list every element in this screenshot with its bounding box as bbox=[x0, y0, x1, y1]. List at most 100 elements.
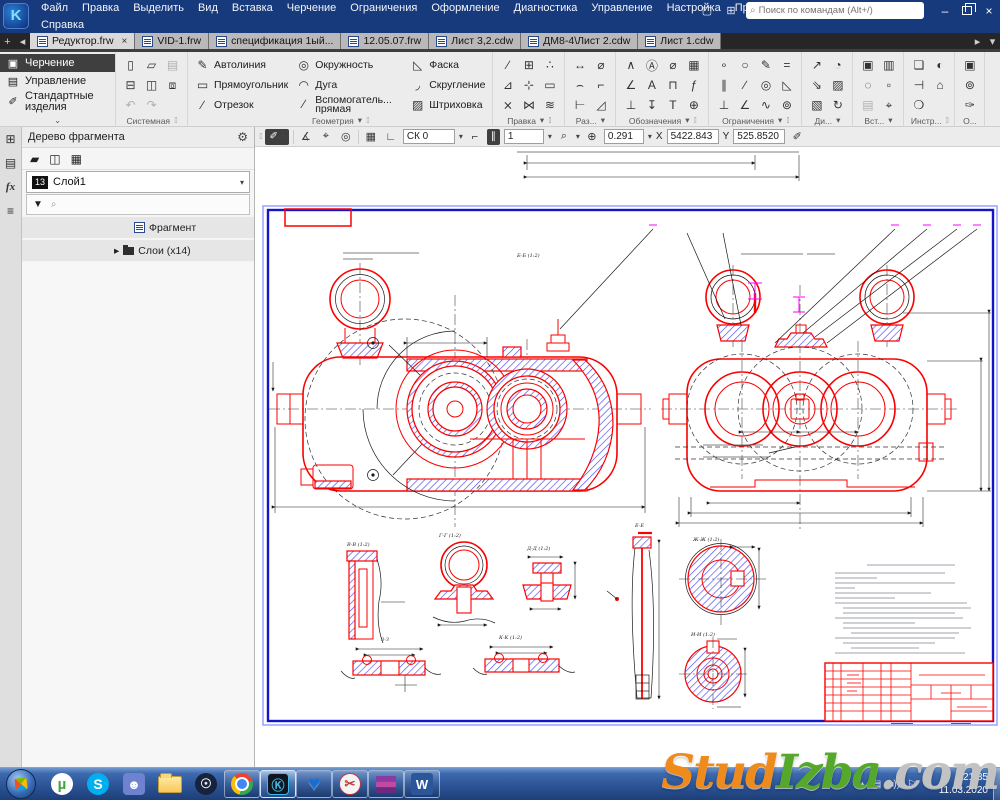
tool-icon[interactable]: ⌂ bbox=[929, 75, 950, 95]
group-handle[interactable]: ⁞⁞ bbox=[786, 116, 788, 125]
tool-rectangle[interactable]: ▭Прямоугольник bbox=[192, 75, 291, 95]
tool-icon[interactable]: ◌ bbox=[857, 75, 878, 95]
zoom-area-icon[interactable]: ⊕ bbox=[584, 130, 600, 143]
chevron-down-icon[interactable]: ▾ bbox=[548, 132, 552, 141]
tool-icon[interactable]: ⊿ bbox=[497, 75, 518, 95]
tool-icon[interactable]: ✎ bbox=[755, 55, 776, 75]
tool-icon[interactable]: ∘ bbox=[713, 55, 734, 75]
tool-icon[interactable]: ❍ bbox=[908, 95, 929, 115]
tray-expand-icon[interactable]: ▴ bbox=[860, 779, 865, 790]
tool-icon[interactable]: А bbox=[641, 75, 662, 95]
tool-icon[interactable]: ⊞ bbox=[518, 55, 539, 75]
tool-icon[interactable]: ↗ bbox=[806, 55, 827, 75]
snap-point-icon[interactable]: ⌖ bbox=[318, 130, 334, 143]
objects-tool-icon[interactable]: ◫ bbox=[49, 152, 60, 166]
tab-reduktor[interactable]: Редуктор.frw × bbox=[30, 33, 135, 49]
tool-icon[interactable]: ▭ bbox=[539, 75, 560, 95]
tool-icon[interactable]: ⌖ bbox=[878, 95, 899, 115]
group-expand-icon[interactable]: ▾ bbox=[540, 115, 544, 126]
tree-panel-icon[interactable]: ⊞ bbox=[3, 131, 19, 147]
drawing-canvas[interactable]: Б-Б (1:2) bbox=[255, 147, 1000, 767]
tool-icon[interactable]: ▣ bbox=[857, 55, 878, 75]
group-expand-icon[interactable]: ▾ bbox=[836, 115, 840, 126]
tool-icon[interactable]: ⇘ bbox=[806, 75, 827, 95]
taskbar-steam-icon[interactable]: ☉ bbox=[188, 770, 224, 798]
switcher-collapse-icon[interactable]: ⌄ bbox=[54, 115, 61, 126]
pen-mode-button[interactable]: ✐▾ bbox=[265, 129, 288, 145]
tab-close-icon[interactable]: × bbox=[122, 36, 128, 47]
bar-handle[interactable]: ⁞⁞ bbox=[259, 132, 261, 141]
tab-dm84-list2[interactable]: ДМ8-4\Лист 2.cdw bbox=[521, 33, 638, 49]
command-search[interactable]: ⌕ bbox=[746, 2, 924, 19]
minimize-button[interactable]: – bbox=[938, 4, 952, 18]
tabs-menu-button[interactable]: ▾ bbox=[985, 33, 1000, 49]
group-expand-icon[interactable]: ▾ bbox=[358, 115, 362, 126]
tool-icon[interactable]: ⊥ bbox=[713, 95, 734, 115]
tool-icon[interactable]: ▥ bbox=[878, 55, 899, 75]
tabs-scroll-left[interactable]: ◂ bbox=[15, 33, 30, 49]
new-tab-button[interactable]: + bbox=[0, 33, 15, 49]
tool-icon[interactable]: ⊥ bbox=[620, 95, 641, 115]
group-expand-icon[interactable]: ▾ bbox=[778, 115, 782, 126]
restore-button[interactable] bbox=[962, 6, 972, 15]
variables-panel-icon[interactable]: fx bbox=[3, 179, 19, 195]
menu-insert[interactable]: Вставка bbox=[225, 2, 280, 14]
taskbar-explorer-icon[interactable] bbox=[152, 770, 188, 798]
x-coordinate-field[interactable]: 5422.843 bbox=[667, 129, 719, 144]
tool-icon[interactable]: ▨ bbox=[827, 75, 848, 95]
group-handle[interactable]: ⁞⁞ bbox=[946, 116, 948, 125]
layout-toggle-icon[interactable]: ▢ bbox=[698, 4, 716, 18]
tool-icon[interactable]: ⊹ bbox=[518, 75, 539, 95]
menu-manage[interactable]: Управление bbox=[584, 2, 659, 14]
tool-icon[interactable]: ⊚ bbox=[959, 75, 980, 95]
tool-icon[interactable]: ▧ bbox=[806, 95, 827, 115]
tool-icon[interactable]: ▦ bbox=[683, 55, 704, 75]
menu-layout[interactable]: Оформление bbox=[424, 2, 506, 14]
chevron-down-icon[interactable]: ▾ bbox=[648, 132, 652, 141]
tool-icon[interactable]: ∴ bbox=[539, 55, 560, 75]
print-icon[interactable]: ⊟ bbox=[120, 75, 141, 95]
sheet-frame[interactable] bbox=[263, 206, 997, 725]
menu-panel-icon[interactable]: ≡ bbox=[3, 203, 19, 219]
close-button[interactable]: × bbox=[982, 4, 996, 18]
taskbar-utorrent-icon[interactable]: µ bbox=[44, 770, 80, 798]
menu-help[interactable]: Справка bbox=[34, 19, 91, 31]
tool-icon[interactable]: ↻ bbox=[827, 95, 848, 115]
tool-icon[interactable]: ✑ bbox=[959, 95, 980, 115]
tool-icon[interactable]: ↔ bbox=[569, 55, 590, 75]
tab-vid1[interactable]: VID-1.frw bbox=[135, 33, 209, 49]
workspace-standard-parts[interactable]: ✐ Стандартные изделия bbox=[0, 90, 115, 114]
taskbar-word-icon[interactable]: W bbox=[404, 770, 440, 798]
magnifier-icon[interactable]: ⌕ bbox=[556, 130, 572, 143]
tool-icon[interactable]: ∿ bbox=[755, 95, 776, 115]
tool-hatch[interactable]: ▨Штриховка bbox=[407, 95, 488, 115]
tree-node-fragment[interactable]: Фрагмент bbox=[22, 217, 254, 238]
menu-select[interactable]: Выделить bbox=[126, 2, 191, 14]
tab-list1[interactable]: Лист 1.cdw bbox=[638, 33, 721, 49]
tool-icon[interactable]: ⌐ bbox=[590, 75, 611, 95]
group-expand-icon[interactable]: ▾ bbox=[685, 115, 689, 126]
title-block[interactable] bbox=[825, 663, 993, 724]
tree-node-layers[interactable]: ▸ Слои (x14) bbox=[22, 240, 254, 261]
tab-list32[interactable]: Лист 3,2.cdw bbox=[429, 33, 521, 49]
tool-icon[interactable]: ⌀ bbox=[662, 55, 683, 75]
taskbar-kompas-icon[interactable]: Ⓚ bbox=[260, 770, 296, 798]
tray-volume-icon[interactable]: ◂)) bbox=[888, 779, 900, 790]
save-as-icon[interactable]: ⧈ bbox=[162, 75, 183, 95]
group-handle[interactable]: ⁞⁞ bbox=[694, 116, 696, 125]
tool-icon[interactable]: ∥ bbox=[713, 75, 734, 95]
snap-view-icon[interactable]: ◎ bbox=[338, 130, 354, 143]
group-expand-icon[interactable]: ▾ bbox=[601, 115, 605, 126]
tool-icon[interactable]: ƒ bbox=[683, 75, 704, 95]
tray-network-icon[interactable]: ⚐ bbox=[907, 779, 916, 790]
group-handle[interactable]: ⁞⁞ bbox=[548, 116, 550, 125]
tool-icon[interactable]: ❏ bbox=[908, 55, 929, 75]
tool-icon[interactable]: Ⓐ bbox=[641, 55, 662, 75]
tool-arc[interactable]: ◠Дуга bbox=[293, 75, 405, 95]
taskbar-winrar-icon[interactable] bbox=[368, 770, 404, 798]
group-expand-icon[interactable]: ▾ bbox=[888, 115, 892, 126]
tool-icon[interactable]: ∠ bbox=[734, 95, 755, 115]
save-icon[interactable]: ▤ bbox=[162, 55, 183, 75]
layer-tool-icon[interactable]: ▰ bbox=[30, 152, 39, 166]
tabs-scroll-right[interactable]: ▸ bbox=[970, 33, 985, 49]
